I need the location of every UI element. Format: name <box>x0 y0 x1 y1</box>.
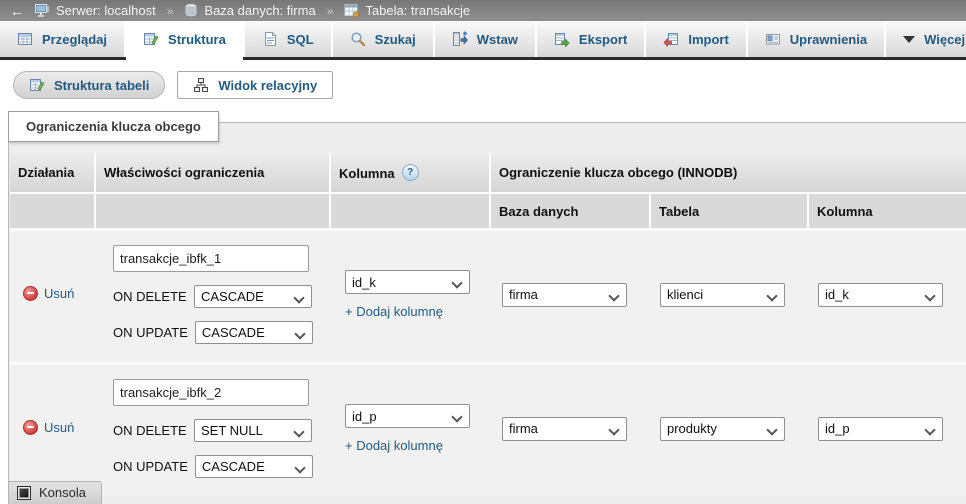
col-header-ref-table: Tabela <box>649 192 808 230</box>
tab-label: Przeglądaj <box>42 31 108 47</box>
col-header-database: Baza danych <box>489 192 650 230</box>
tab-label: Struktura <box>168 31 226 47</box>
tab-wstaw[interactable]: Wstaw <box>434 21 537 57</box>
structure-icon <box>143 31 159 47</box>
col-header-empty <box>94 192 330 230</box>
foreign-database-select[interactable]: firma <box>503 283 626 306</box>
tab-wiecej[interactable]: Więcej <box>886 21 966 57</box>
tab-label: Eksport <box>578 31 628 47</box>
foreign-table-select[interactable]: produkty <box>661 417 784 440</box>
tab-import[interactable]: Import <box>646 21 748 57</box>
minus-icon <box>23 419 38 435</box>
column-select[interactable]: id_p <box>346 405 469 427</box>
tab-label: Więcej <box>924 31 966 47</box>
add-column-link[interactable]: + Dodaj kolumnę <box>345 438 443 453</box>
console-icon <box>17 485 31 500</box>
tab-label: SQL <box>286 31 314 47</box>
col-header-ref-column: Kolumna <box>807 192 966 230</box>
fk-constraint-row: Usuń ON DELETESET NULL ON UPDATECASCADE … <box>10 362 966 496</box>
breadcrumb-table[interactable]: Tabela: transakcje <box>344 3 470 18</box>
on-update-select[interactable]: CASCADE <box>195 322 312 343</box>
breadcrumb-server[interactable]: Serwer: localhost <box>34 3 156 18</box>
breadcrumb-database[interactable]: Baza danych: firma <box>184 3 316 18</box>
tab-szukaj[interactable]: Szukaj <box>332 21 435 57</box>
on-delete-label: ON DELETE <box>113 289 187 304</box>
foreign-key-table: Działania Właściwości ograniczenia Kolum… <box>10 153 966 496</box>
on-delete-select[interactable]: CASCADE <box>195 286 311 307</box>
col-header-actions: Działania <box>10 153 95 193</box>
fk-constraint-row: Usuń ON DELETE CASCADE ON UPDATE CASCADE i… <box>10 228 966 364</box>
subtab-label: Struktura tabeli <box>54 77 150 93</box>
foreign-database-select[interactable]: firma <box>503 417 626 440</box>
on-update-label: ON UPDATE <box>113 459 188 474</box>
tab-struktura[interactable]: Struktura <box>126 21 245 60</box>
tab-przegladaj[interactable]: Przeglądaj <box>0 21 127 57</box>
delete-constraint-link[interactable]: Usuń <box>23 419 75 435</box>
constraint-name-input[interactable] <box>113 379 309 406</box>
col-header-constraint-props: Właściwości ograniczenia <box>94 153 330 193</box>
table-icon <box>344 3 360 18</box>
server-icon <box>34 3 50 18</box>
breadcrumb-server-label: Serwer: localhost <box>56 3 156 18</box>
breadcrumb: ← Serwer: localhost » Baza danych: firma… <box>0 0 966 21</box>
delete-label: Usuń <box>44 419 75 435</box>
minus-icon <box>23 285 38 301</box>
import-icon <box>663 31 679 47</box>
column-select[interactable]: id_k <box>346 271 469 293</box>
foreign-key-fieldset: Działania Właściwości ograniczenia Kolum… <box>8 122 966 504</box>
foreign-column-select[interactable]: id_k <box>819 283 942 306</box>
database-icon <box>184 3 198 18</box>
on-delete-label: ON DELETE <box>113 423 187 438</box>
on-update-select[interactable]: CASCADE <box>195 456 312 477</box>
on-delete-select[interactable]: SET NULL <box>195 420 311 441</box>
tab-label: Wstaw <box>476 31 518 47</box>
constraint-name-input[interactable] <box>113 245 309 272</box>
back-arrow-icon[interactable]: ← <box>6 3 28 19</box>
delete-label: Usuń <box>44 285 75 301</box>
privileges-icon <box>765 31 781 47</box>
console-button[interactable]: Konsola <box>8 481 102 504</box>
tab-eksport[interactable]: Eksport <box>536 21 647 57</box>
col-header-empty <box>10 192 95 230</box>
subtab-label: Widok relacyjny <box>218 77 318 93</box>
export-icon <box>554 31 570 47</box>
foreign-table-select[interactable]: klienci <box>661 283 784 306</box>
tab-label: Uprawnienia <box>789 31 868 47</box>
add-column-link[interactable]: + Dodaj kolumnę <box>345 304 443 319</box>
breadcrumb-separator: » <box>326 3 334 18</box>
sql-icon <box>262 31 278 47</box>
on-update-label: ON UPDATE <box>113 325 188 340</box>
browse-icon <box>17 31 33 47</box>
phpmyadmin-window: ← Serwer: localhost » Baza danych: firma… <box>0 0 966 504</box>
help-icon[interactable] <box>401 164 419 181</box>
col-header-column-label: Kolumna <box>339 166 395 181</box>
foreign-column-select[interactable]: id_p <box>819 417 942 440</box>
breadcrumb-database-label: Baza danych: firma <box>204 3 316 18</box>
tab-sql[interactable]: SQL <box>244 21 333 57</box>
breadcrumb-table-label: Tabela: transakcje <box>365 3 471 18</box>
insert-icon <box>452 31 468 47</box>
structure-subtabs: Struktura tabeli Widok relacyjny <box>0 60 966 99</box>
subtab-widok-relacyjny[interactable]: Widok relacyjny <box>177 71 334 99</box>
chevron-down-icon <box>903 35 916 43</box>
search-icon <box>350 31 366 47</box>
subtab-struktura-tabeli[interactable]: Struktura tabeli <box>13 71 166 99</box>
tab-uprawnienia[interactable]: Uprawnienia <box>747 21 887 57</box>
tab-label: Import <box>688 31 729 47</box>
structure-icon <box>29 77 45 93</box>
col-header-fk-group: Ograniczenie klucza obcego (INNODB) <box>489 153 966 193</box>
col-header-column: Kolumna <box>329 153 490 193</box>
relation-view-icon <box>193 77 209 93</box>
fieldset-legend: Ograniczenia klucza obcego <box>8 111 219 142</box>
console-label: Konsola <box>39 485 86 500</box>
breadcrumb-separator: » <box>166 3 174 18</box>
tab-bar: Przeglądaj Struktura SQL Szukaj Wstaw Ek… <box>0 21 966 60</box>
tab-label: Szukaj <box>374 31 416 47</box>
col-header-empty <box>329 192 490 230</box>
delete-constraint-link[interactable]: Usuń <box>23 285 75 301</box>
